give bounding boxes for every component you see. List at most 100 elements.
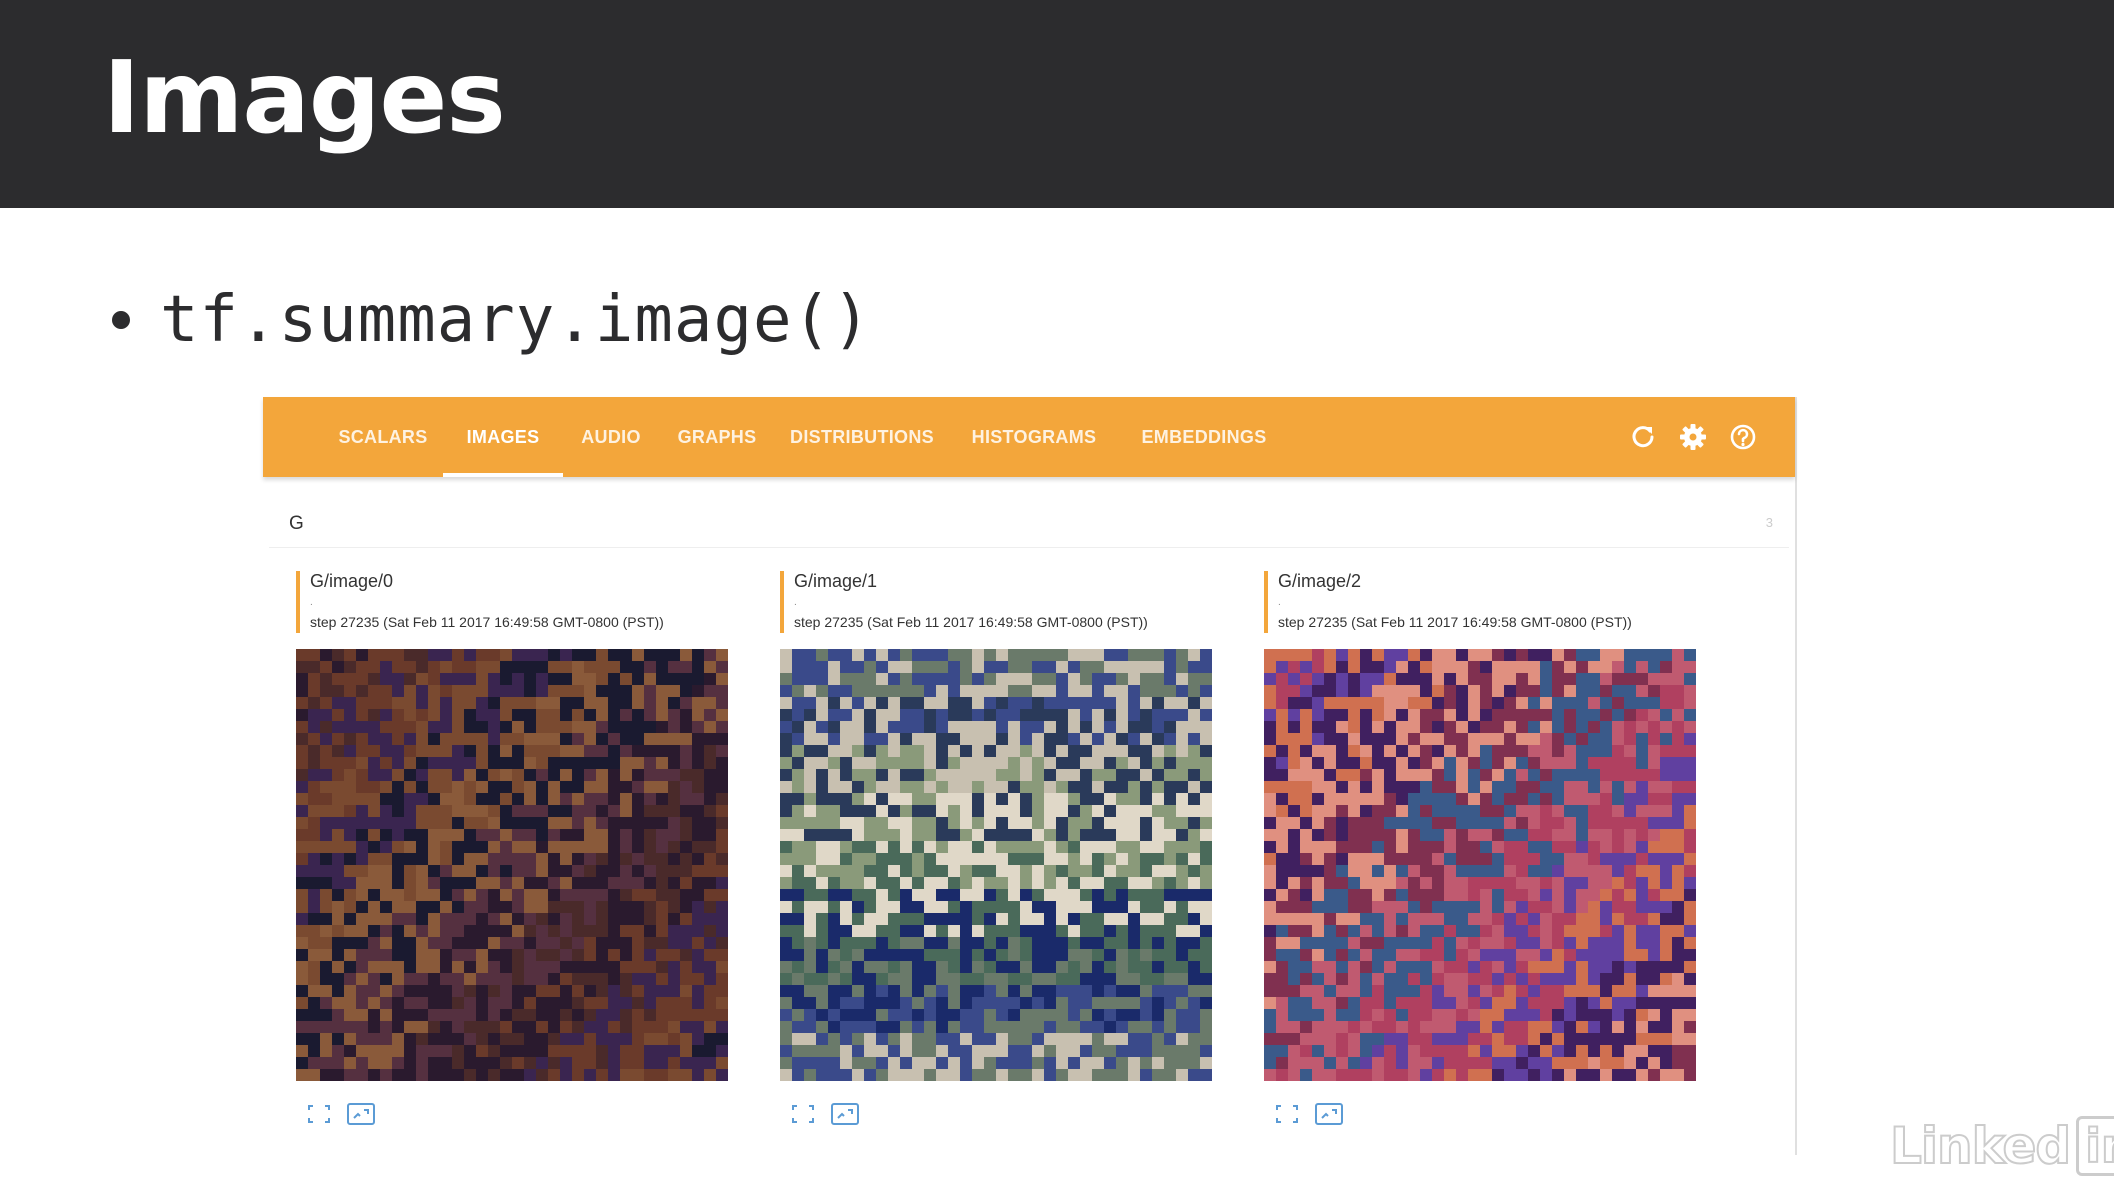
image-pixel: [1348, 793, 1360, 805]
image-pixel: [1480, 865, 1492, 877]
image-pixel: [1684, 841, 1696, 853]
image-pixel: [1008, 1021, 1020, 1033]
image-pixel: [1684, 1045, 1696, 1057]
image-pixel: [1468, 1069, 1480, 1081]
image-pixel: [780, 673, 792, 685]
image-pixel: [1104, 1057, 1116, 1069]
image-pixel: [452, 829, 464, 841]
image-pixel: [984, 1033, 996, 1045]
actual-size-icon[interactable]: [346, 1101, 376, 1127]
image-pixel: [368, 913, 380, 925]
image-pixel: [620, 901, 632, 913]
image-pixel: [1336, 853, 1348, 865]
image-pixel: [1408, 913, 1420, 925]
settings-icon[interactable]: [1675, 419, 1711, 455]
tab-audio[interactable]: AUDIO: [563, 397, 659, 477]
image-pixel: [584, 817, 596, 829]
image-pixel: [996, 889, 1008, 901]
image-pixel: [464, 925, 476, 937]
image-pixel: [392, 1009, 404, 1021]
image-pixel: [1576, 1057, 1588, 1069]
image-pixel: [1116, 685, 1128, 697]
image-pixel: [668, 949, 680, 961]
image-pixel: [488, 913, 500, 925]
image-pixel: [356, 913, 368, 925]
image-pixel: [680, 1033, 692, 1045]
image-pixel: [356, 937, 368, 949]
image-pixel: [1300, 661, 1312, 673]
fullscreen-icon[interactable]: [788, 1101, 818, 1127]
group-name: G: [289, 513, 304, 534]
tab-distributions[interactable]: DISTRIBUTIONS: [775, 397, 949, 477]
image-pixel: [972, 661, 984, 673]
image-pixel: [780, 925, 792, 937]
image-pixel: [452, 973, 464, 985]
fullscreen-icon[interactable]: [304, 1101, 334, 1127]
image-pixel: [344, 877, 356, 889]
image-pixel: [1264, 757, 1276, 769]
image-pixel: [1276, 805, 1288, 817]
image-pixel: [1660, 757, 1672, 769]
image-pixel: [1200, 781, 1212, 793]
image-pixel: [536, 937, 548, 949]
image-pixel: [1432, 985, 1444, 997]
tab-images[interactable]: IMAGES: [443, 397, 563, 477]
image-pixel: [596, 889, 608, 901]
image-pixel: [960, 805, 972, 817]
image-pixel: [1008, 769, 1020, 781]
image-pixel: [656, 733, 668, 745]
help-icon[interactable]: [1725, 419, 1761, 455]
image-pixel: [1164, 697, 1176, 709]
image-pixel: [1672, 901, 1684, 913]
image-pixel: [1360, 757, 1372, 769]
image-pixel: [1312, 721, 1324, 733]
image-pixel: [308, 913, 320, 925]
image-pixel: [792, 1045, 804, 1057]
tab-scalars[interactable]: SCALARS: [323, 397, 443, 477]
image-pixel: [1324, 1057, 1336, 1069]
image-pixel: [1660, 709, 1672, 721]
image-pixel: [1288, 961, 1300, 973]
tab-graphs[interactable]: GRAPHS: [659, 397, 775, 477]
image-pixel: [1200, 1033, 1212, 1045]
image-pixel: [1348, 817, 1360, 829]
image-pixel: [948, 745, 960, 757]
image-pixel: [972, 1045, 984, 1057]
image-pixel: [1624, 661, 1636, 673]
image-pixel: [948, 781, 960, 793]
image-pixel: [644, 649, 656, 661]
actual-size-icon[interactable]: [830, 1101, 860, 1127]
image-pixel: [1648, 913, 1660, 925]
image-pixel: [1384, 757, 1396, 769]
tab-histograms[interactable]: HISTOGRAMS: [949, 397, 1119, 477]
fullscreen-icon[interactable]: [1272, 1101, 1302, 1127]
image-pixel: [680, 1069, 692, 1081]
image-pixel: [1264, 1021, 1276, 1033]
image-pixel: [1020, 925, 1032, 937]
refresh-icon[interactable]: [1625, 419, 1661, 455]
image-pixel: [524, 733, 536, 745]
image-pixel: [1152, 889, 1164, 901]
image-pixel: [656, 709, 668, 721]
run-group-header[interactable]: G 3: [269, 503, 1789, 548]
image-pixel: [1408, 997, 1420, 1009]
image-pixel: [440, 673, 452, 685]
image-pixel: [972, 685, 984, 697]
image-pixel: [584, 865, 596, 877]
image-pixel: [1008, 745, 1020, 757]
image-pixel: [1564, 817, 1576, 829]
image-pixel: [1684, 673, 1696, 685]
image-pixel: [1444, 793, 1456, 805]
image-pixel: [1348, 829, 1360, 841]
image-pixel: [1432, 1069, 1444, 1081]
actual-size-icon[interactable]: [1314, 1101, 1344, 1127]
image-pixel: [1456, 1045, 1468, 1057]
image-pixel: [1480, 961, 1492, 973]
image-pixel: [1324, 901, 1336, 913]
image-pixel: [1564, 793, 1576, 805]
image-pixel: [1140, 997, 1152, 1009]
image-pixel: [864, 697, 876, 709]
tab-embeddings[interactable]: EMBEDDINGS: [1119, 397, 1289, 477]
image-pixel: [356, 829, 368, 841]
image-pixel: [524, 877, 536, 889]
